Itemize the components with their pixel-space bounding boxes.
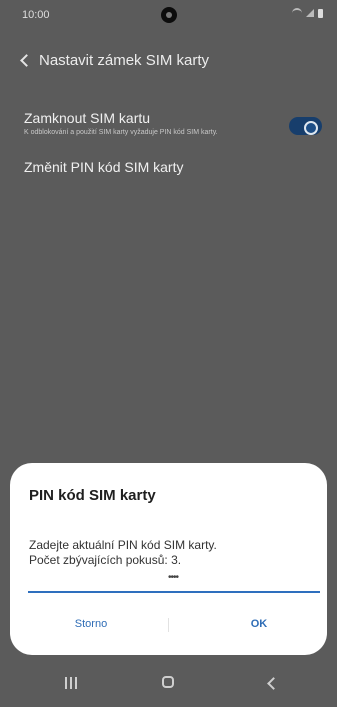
dialog-message-line-2: Počet zbývajících pokusů: 3.	[29, 553, 182, 567]
signal-icon	[306, 9, 314, 17]
back-arrow-icon[interactable]	[16, 50, 36, 70]
button-divider	[168, 618, 169, 632]
lock-sim-toggle[interactable]	[289, 117, 322, 135]
lock-sim-subtitle: K odblokování a použití SIM karty vyžadu…	[24, 129, 218, 136]
dialog-title: PIN kód SIM karty	[29, 487, 156, 504]
notification-icon	[161, 7, 177, 23]
cancel-button[interactable]: Storno	[50, 610, 132, 638]
home-icon[interactable]	[162, 676, 174, 688]
pin-dialog: PIN kód SIM karty Zadejte aktuální PIN k…	[10, 463, 327, 655]
change-pin-title: Změnit PIN kód SIM karty	[24, 159, 184, 175]
recent-apps-icon[interactable]	[64, 677, 78, 689]
status-time: 10:00	[22, 9, 50, 21]
status-icons	[292, 8, 323, 18]
page-title: Nastavit zámek SIM karty	[39, 52, 210, 69]
pin-input-underline	[28, 591, 320, 593]
navigation-bar	[0, 664, 337, 707]
lock-sim-setting[interactable]: Zamknout SIM kartu K odblokování a použi…	[0, 100, 337, 147]
dialog-message: Zadejte aktuální PIN kód SIM karty. Poče…	[29, 538, 309, 568]
settings-list: Zamknout SIM kartu K odblokování a použi…	[0, 100, 337, 185]
status-bar: 10:00	[0, 0, 337, 32]
dialog-message-line-1: Zadejte aktuální PIN kód SIM karty.	[29, 538, 217, 552]
wifi-icon	[292, 8, 302, 18]
app-header: Nastavit zámek SIM karty	[0, 44, 337, 76]
battery-icon	[318, 8, 323, 18]
toggle-knob	[304, 121, 318, 135]
pin-input[interactable]: ••••	[153, 572, 193, 583]
lock-sim-title: Zamknout SIM kartu	[24, 110, 151, 126]
ok-button[interactable]: OK	[227, 610, 291, 638]
back-icon[interactable]	[266, 677, 278, 689]
change-pin-setting[interactable]: Změnit PIN kód SIM karty	[0, 147, 337, 185]
